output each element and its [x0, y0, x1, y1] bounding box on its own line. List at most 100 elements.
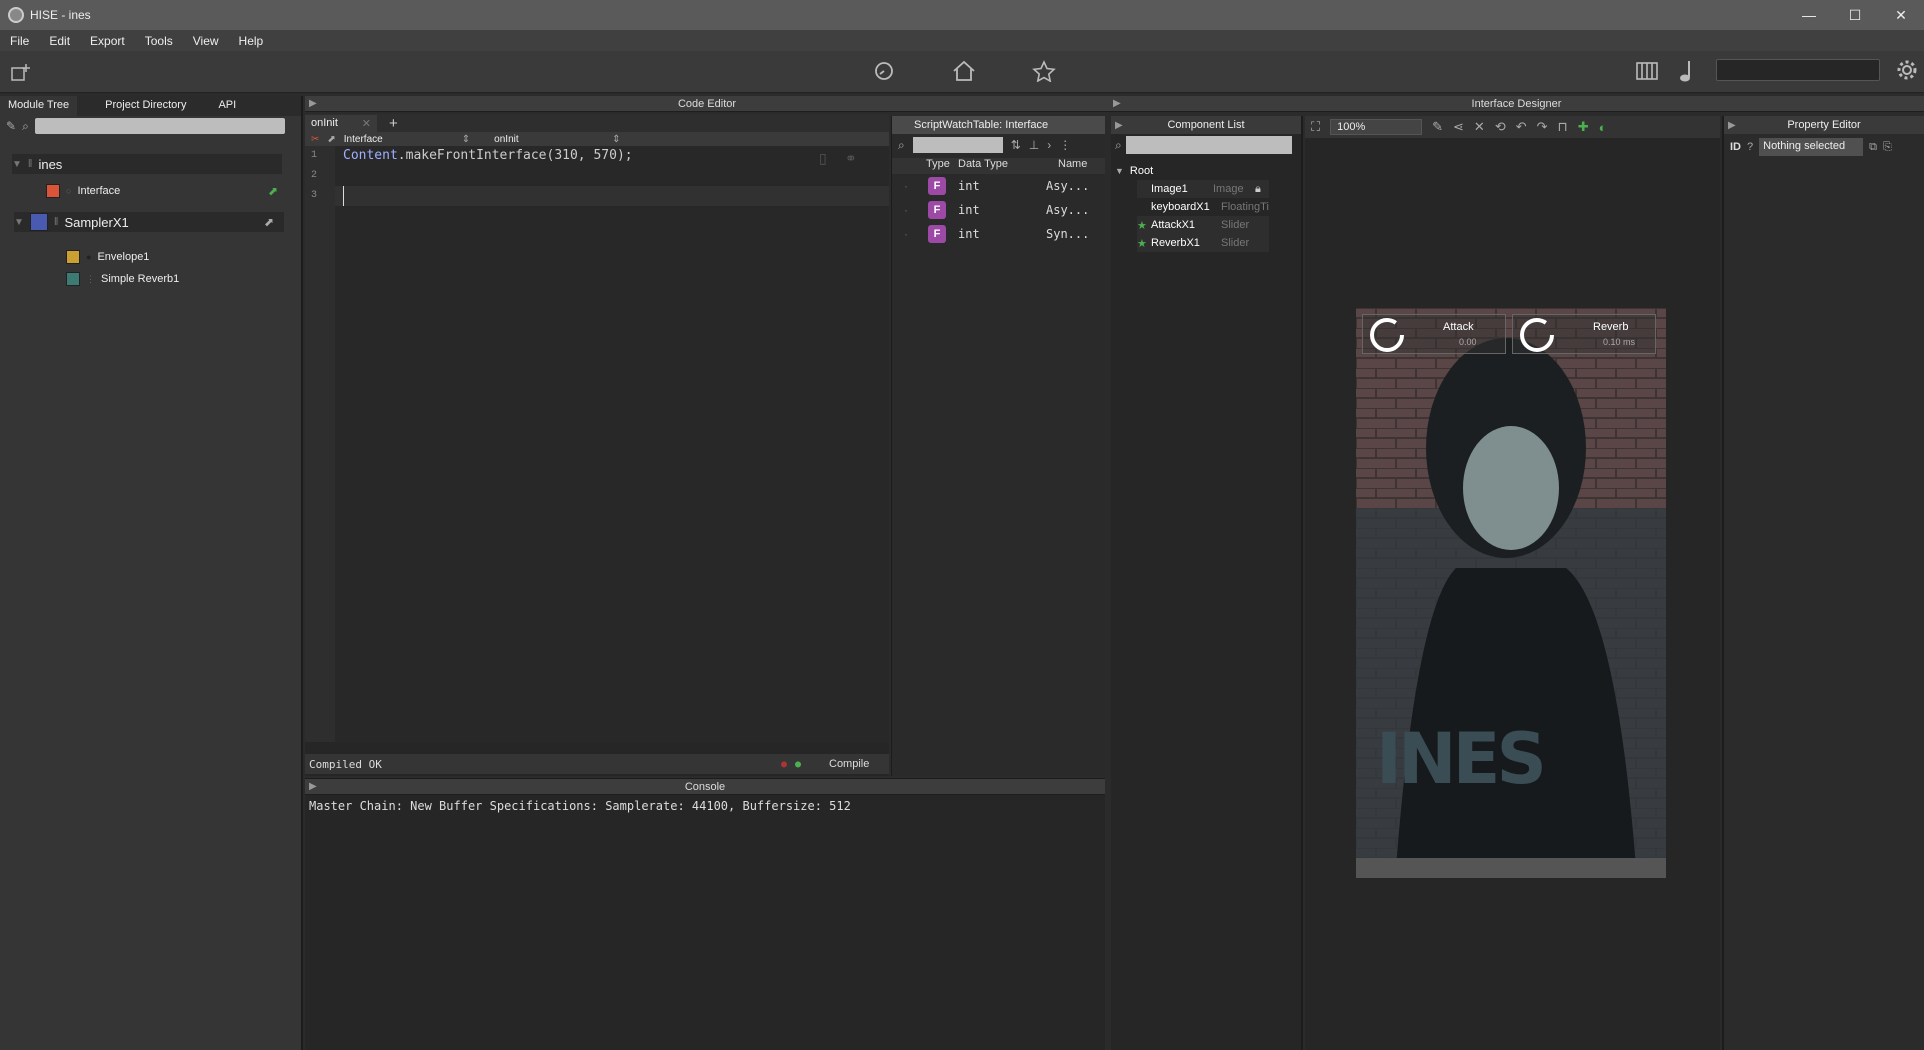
module-color-swatch	[66, 272, 80, 286]
cell-name: Asy...	[1046, 179, 1090, 193]
plugin-interface-preview[interactable]: INES Attack 0.00 Reverb 0.10 ms	[1356, 308, 1666, 878]
performance-meter-icon[interactable]	[873, 60, 895, 82]
add-component-icon[interactable]: ✚	[1578, 119, 1589, 135]
component-search-input[interactable]	[1125, 136, 1292, 154]
settings-gear-icon[interactable]	[1896, 59, 1918, 81]
line-number: 1	[311, 150, 318, 161]
delete-icon[interactable]: ✕	[1474, 119, 1485, 135]
next-icon[interactable]: ›	[1047, 138, 1051, 152]
property-editor-panel: ▶ Property Editor ID ? Nothing selected …	[1722, 116, 1924, 1050]
component-item[interactable]: ★ AttackX1 Slider	[1137, 216, 1269, 234]
col-data-type[interactable]: Data Type	[958, 158, 1058, 174]
refresh-icon[interactable]: ⇅	[1011, 138, 1021, 152]
tree-item-envelope[interactable]: ● Envelope1	[66, 250, 149, 264]
menu-tools[interactable]: Tools	[135, 34, 183, 48]
text-cursor	[343, 186, 344, 206]
callback-selector[interactable]: onInit	[494, 134, 604, 145]
collapse-arrow-icon[interactable]: ▼	[14, 217, 24, 228]
panel-fold-icon[interactable]: ▶	[309, 781, 317, 792]
col-type[interactable]: Type	[926, 158, 958, 174]
reverb-knob[interactable]: Reverb 0.10 ms	[1512, 314, 1656, 354]
more-options-icon[interactable]: ⋮	[1059, 138, 1071, 152]
watch-search-input[interactable]	[912, 137, 1003, 153]
popout-icon[interactable]: ⬈	[327, 134, 335, 145]
add-tab-icon[interactable]: +	[389, 115, 398, 132]
component-root[interactable]: ▼ Root	[1115, 162, 1275, 180]
selection-id-field[interactable]: Nothing selected	[1759, 138, 1864, 156]
tree-item-reverb[interactable]: ⋮ Simple Reverb1	[66, 272, 179, 286]
open-popup-icon[interactable]: ⬈	[268, 184, 278, 198]
copy-icon[interactable]: ⧉	[1869, 141, 1877, 154]
preview-icon[interactable]: ◐	[1599, 120, 1607, 135]
collapse-arrow-icon[interactable]: ▼	[12, 159, 22, 170]
edit-pencil-icon[interactable]: ✎	[1432, 119, 1443, 135]
tab-module-tree[interactable]: Module Tree	[0, 96, 78, 116]
paste-icon[interactable]: ⎘	[1883, 141, 1892, 154]
bypass-dot-icon[interactable]: ●	[86, 252, 91, 262]
processor-selector[interactable]: Interface	[344, 134, 454, 145]
component-item[interactable]: keyboardX1 FloatingTile	[1137, 198, 1269, 216]
tab-api[interactable]: API	[210, 96, 244, 116]
cell-name: Syn...	[1046, 227, 1090, 241]
tree-item-interface[interactable]: ○ Interface ⬈	[46, 184, 286, 198]
minimize-button[interactable]: —	[1786, 0, 1832, 30]
selector-arrows-icon: ⇕	[612, 133, 621, 145]
maximize-button[interactable]: ☐	[1832, 0, 1878, 30]
lock-icon[interactable]: ⊓	[1558, 119, 1568, 135]
lock-icon[interactable]: 🔒︎	[1255, 183, 1261, 196]
table-row[interactable]: · F int Asy...	[892, 198, 1105, 222]
undo-icon[interactable]: ↶	[1516, 119, 1527, 135]
tree-label-reverb: Simple Reverb1	[101, 273, 180, 285]
tab-project-directory[interactable]: Project Directory	[97, 96, 194, 116]
share-icon[interactable]: ⋖	[1453, 119, 1464, 135]
search-icon: ⌕	[898, 137, 905, 152]
knob-value: 0.10 ms	[1603, 337, 1636, 347]
find-binoculars-icon[interactable]: ⚭	[845, 150, 857, 167]
help-icon[interactable]: ?	[1747, 141, 1753, 153]
midi-note-icon[interactable]	[1678, 58, 1694, 84]
panel-fold-icon[interactable]: ▶	[1115, 120, 1123, 131]
component-item[interactable]: Image1 Image 🔒︎	[1137, 180, 1269, 198]
open-popup-icon[interactable]: ⬈	[264, 215, 274, 229]
compile-button[interactable]: Compile	[829, 758, 869, 770]
menu-file[interactable]: File	[0, 34, 39, 48]
menu-help[interactable]: Help	[229, 34, 274, 48]
attack-knob[interactable]: Attack 0.00	[1362, 314, 1506, 354]
edit-pencil-icon[interactable]: ✎	[6, 119, 16, 133]
star-icon: ★	[1137, 237, 1147, 250]
panel-fold-icon[interactable]: ▶	[1113, 98, 1121, 109]
panel-fold-icon[interactable]: ▶	[309, 98, 317, 109]
bookmark-icon[interactable]: ▯	[819, 150, 827, 167]
table-row[interactable]: · F int Syn...	[892, 222, 1105, 246]
rebuild-icon[interactable]: ⟲	[1495, 119, 1506, 135]
close-tab-icon[interactable]: ✕	[362, 117, 371, 130]
component-type: FloatingTile	[1221, 201, 1269, 213]
component-list-panel: ▶ Component List ⌕ ▼ Root Image1 Image 🔒…	[1111, 116, 1303, 1050]
menu-export[interactable]: Export	[80, 34, 135, 48]
zoom-selector[interactable]: 100%	[1330, 119, 1423, 135]
tab-oninit[interactable]: onInit ✕	[305, 114, 377, 132]
function-badge: F	[928, 177, 946, 195]
module-search-input[interactable]	[34, 118, 285, 134]
add-panel-icon[interactable]	[10, 62, 32, 82]
table-row[interactable]: · F int Asy...	[892, 174, 1105, 198]
tree-root-ines[interactable]: ▼ ‖ ines	[12, 154, 282, 174]
menu-edit[interactable]: Edit	[39, 34, 80, 48]
star-icon[interactable]	[1032, 60, 1056, 82]
code-area[interactable]: 1 2 3 Content.makeFrontInterface(310, 57…	[305, 146, 889, 742]
panel-fold-icon[interactable]: ▶	[1728, 120, 1736, 131]
component-item[interactable]: ★ ReverbX1 Slider	[1137, 234, 1269, 252]
redo-icon[interactable]: ↷	[1537, 119, 1548, 135]
collapse-arrow-icon[interactable]: ▼	[1115, 166, 1124, 176]
keyboard-icon[interactable]	[1636, 61, 1658, 81]
close-button[interactable]: ✕	[1878, 0, 1924, 30]
bypass-circle-icon[interactable]: ○	[66, 186, 71, 196]
zoom-fit-icon[interactable]: ⛶	[1311, 119, 1320, 135]
home-icon[interactable]	[951, 59, 977, 83]
breakpoint-icon[interactable]: ✂	[311, 134, 319, 145]
menu-view[interactable]: View	[183, 34, 229, 48]
interface-designer-title: Interface Designer	[1471, 97, 1562, 110]
tree-item-sampler[interactable]: ▼ ‖ SamplerX1 ⬈	[14, 212, 284, 232]
col-name[interactable]: Name	[1058, 158, 1087, 174]
pin-icon[interactable]: ⊥	[1029, 138, 1039, 152]
